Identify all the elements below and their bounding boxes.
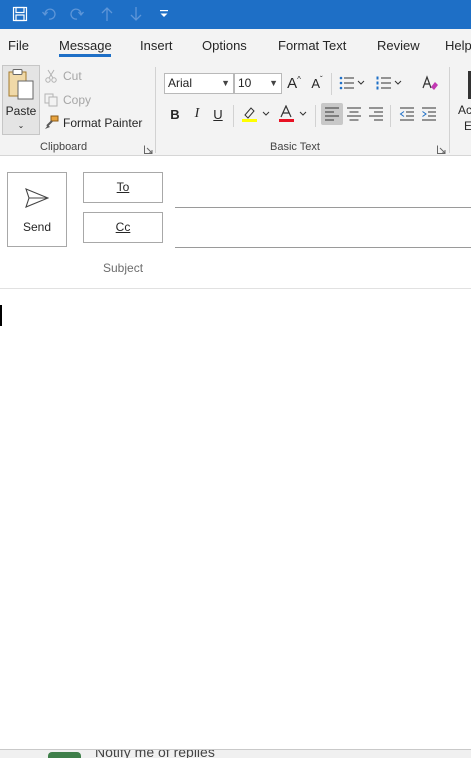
paintbrush-icon	[45, 115, 59, 129]
font-size-combobox[interactable]: 10 ▼	[234, 73, 282, 94]
numbered-list-icon	[376, 76, 402, 90]
to-button[interactable]: To	[83, 172, 163, 203]
align-left-icon	[325, 107, 339, 121]
shrink-font-button[interactable]: Aˇ	[306, 72, 328, 94]
to-label: To	[116, 180, 130, 194]
group-separator	[390, 105, 391, 127]
save-icon[interactable]	[8, 3, 32, 25]
grow-font-icon: A	[287, 74, 298, 92]
text-cursor	[0, 305, 2, 326]
tab-insert[interactable]: Insert	[140, 38, 173, 53]
cc-input[interactable]	[175, 247, 471, 248]
bottom-peek-strip: Notify me of replies	[0, 749, 471, 758]
increase-indent-button[interactable]	[418, 103, 440, 125]
group-separator	[155, 67, 156, 153]
cut-label: Cut	[63, 69, 82, 83]
group-separator	[233, 105, 234, 127]
scissors-icon	[45, 69, 57, 83]
tab-format-text[interactable]: Format Text	[278, 38, 346, 53]
bullet-list-icon	[339, 76, 365, 90]
to-input[interactable]	[175, 207, 471, 208]
clipboard-group-label: Clipboard	[40, 141, 88, 153]
overflow-group-label-2: E	[464, 119, 471, 133]
send-button[interactable]: Send	[7, 172, 67, 247]
italic-label: I	[194, 106, 200, 121]
clipboard-icon	[8, 69, 34, 100]
send-icon	[25, 188, 49, 208]
underline-label: U	[213, 106, 223, 122]
active-tab-indicator	[59, 54, 111, 57]
paste-label: Paste	[5, 104, 37, 118]
chevron-down-icon: ▼	[269, 78, 278, 88]
customize-qat-icon[interactable]	[152, 3, 176, 25]
tab-options[interactable]: Options	[202, 38, 247, 53]
tab-review[interactable]: Review	[377, 38, 420, 53]
font-name-value: Arial	[168, 76, 193, 90]
cc-button[interactable]: Cc	[83, 212, 163, 243]
copy-label: Copy	[63, 93, 92, 107]
highlight-color-button[interactable]	[239, 103, 273, 125]
italic-button[interactable]: I	[186, 103, 208, 125]
align-center-icon	[347, 107, 361, 121]
overflow-group-button[interactable]: Ac E	[456, 67, 471, 137]
tab-help[interactable]: Help	[445, 38, 471, 53]
bold-button[interactable]: B	[164, 103, 186, 125]
basic-text-dialog-launcher-icon[interactable]	[437, 143, 446, 154]
up-arrow-icon[interactable]	[95, 3, 119, 25]
font-color-icon	[279, 105, 307, 122]
app-icon	[48, 752, 81, 758]
quick-access-toolbar	[0, 0, 471, 29]
message-body[interactable]	[0, 289, 471, 749]
format-painter-button[interactable]: Format Painter	[44, 114, 142, 132]
align-center-button[interactable]	[343, 103, 365, 125]
chevron-down-icon: ▼	[221, 78, 230, 88]
cut-button[interactable]: Cut	[44, 67, 82, 85]
tab-message[interactable]: Message	[59, 38, 112, 53]
paste-button[interactable]: Paste ⌄	[2, 65, 40, 135]
send-label: Send	[22, 220, 52, 234]
copy-button[interactable]: Copy	[44, 91, 91, 109]
copy-icon	[44, 93, 58, 107]
font-color-button[interactable]	[276, 103, 310, 125]
group-separator	[315, 105, 316, 127]
bullets-button[interactable]	[337, 72, 367, 94]
clipboard-dialog-launcher-icon[interactable]	[144, 143, 153, 154]
tab-file[interactable]: File	[8, 38, 29, 53]
numbering-button[interactable]	[374, 72, 404, 94]
basic-text-group-label: Basic Text	[270, 141, 320, 153]
cc-label: Cc	[115, 220, 131, 234]
increase-indent-icon	[422, 107, 436, 121]
group-separator	[331, 73, 332, 95]
decrease-indent-icon	[399, 107, 414, 121]
caret-down-icon: ˇ	[320, 74, 323, 84]
clear-formatting-button[interactable]	[419, 72, 441, 94]
highlighter-icon	[242, 107, 270, 122]
shrink-font-icon: A	[311, 75, 320, 91]
chevron-down-icon: ⌄	[17, 121, 25, 130]
subject-label: Subject	[103, 261, 144, 275]
align-left-button[interactable]	[321, 103, 343, 125]
group-separator	[449, 67, 450, 153]
redo-icon[interactable]	[65, 3, 89, 25]
underline-button[interactable]: U	[207, 103, 229, 125]
notify-replies-text[interactable]: Notify me of replies	[95, 750, 215, 758]
format-painter-label: Format Painter	[63, 116, 143, 130]
caret-up-icon: ^	[297, 74, 301, 84]
down-arrow-icon[interactable]	[124, 3, 148, 25]
font-size-value: 10	[238, 76, 252, 90]
overflow-group-label-1: Ac	[458, 103, 471, 117]
ribbon: Paste ⌄ Cut Copy Format Painter Clipboar…	[0, 61, 471, 156]
align-right-button[interactable]	[365, 103, 387, 125]
align-right-icon	[369, 107, 383, 121]
decrease-indent-button[interactable]	[396, 103, 418, 125]
bold-label: B	[170, 106, 180, 122]
grow-font-button[interactable]: A ^	[283, 72, 305, 94]
font-name-combobox[interactable]: Arial ▼	[164, 73, 234, 94]
undo-icon[interactable]	[37, 3, 61, 25]
clear-formatting-icon	[422, 75, 438, 90]
